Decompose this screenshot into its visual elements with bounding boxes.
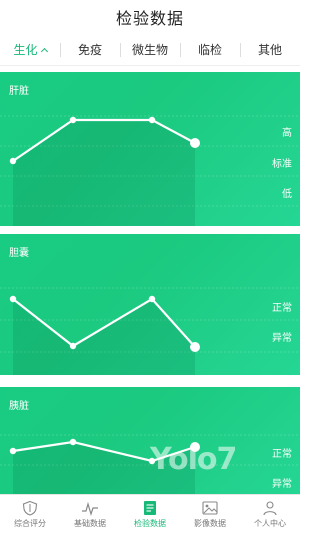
data-point-latest [190,138,200,148]
tab-clinical[interactable]: 临检 [180,34,240,65]
tab-microbiology[interactable]: 微生物 [120,34,180,65]
user-icon [263,500,277,515]
tabbar-label: 基础数据 [74,518,106,528]
liver-line-chart [0,115,300,226]
image-icon [202,500,218,515]
level-high: 高 [282,128,292,139]
pulse-icon [82,501,98,516]
card-title: 胆囊 [9,248,29,259]
tab-label: 免疫 [77,43,102,57]
category-tabs: 生化 免疫 微生物 临检 其他 [0,34,300,66]
gallbladder-line-chart [0,287,300,375]
card-title: 肝脏 [9,86,29,97]
data-point [69,116,77,124]
liver-chart-card[interactable]: 肝脏 高 标准 低 [0,72,300,226]
tabbar-label: 检验数据 [134,518,166,528]
pancreas-line-chart [0,434,300,494]
data-point [69,342,77,350]
document-icon [144,500,156,515]
data-point-latest [190,342,200,352]
area-fill [13,120,195,226]
tab-biochemistry[interactable]: 生化 [0,34,60,65]
pancreas-chart-card[interactable]: 胰脏 正常 异常 [0,387,300,494]
tabbar-item-overall-score[interactable]: 综合评分 [0,495,60,533]
level-normal: 正常 [272,449,292,460]
data-point-latest [190,442,200,452]
level-standard: 标准 [272,159,292,170]
tabbar-item-lab-data[interactable]: 检验数据 [120,495,180,533]
card-title: 胰脏 [9,401,29,412]
level-abnormal: 异常 [272,479,292,490]
gallbladder-chart-card[interactable]: 胆囊 正常 异常 [0,234,300,375]
data-point [9,295,17,303]
data-point [9,447,17,455]
data-point [69,438,77,446]
chevron-up-icon [40,47,48,55]
tabbar-label: 综合评分 [14,518,46,528]
tabbar-item-basic-data[interactable]: 基础数据 [60,495,120,533]
tabbar-item-imaging-data[interactable]: 影像数据 [180,495,240,533]
tab-immunity[interactable]: 免疫 [60,34,120,65]
tabbar-label: 影像数据 [194,518,226,528]
tab-other[interactable]: 其他 [240,34,300,65]
tab-label: 生化 [13,43,38,57]
level-low: 低 [282,189,292,200]
tab-label: 微生物 [131,43,168,57]
area-fill [13,299,195,375]
shield-icon [22,500,38,516]
data-point [148,116,156,124]
data-point [148,457,156,465]
tabbar-item-profile[interactable]: 个人中心 [240,495,300,533]
level-abnormal: 异常 [272,333,292,344]
app-header: 检验数据 [0,0,300,34]
data-point [9,157,17,165]
bottom-tab-bar: 综合评分 基础数据 检验数据 影像数据 个人中心 [0,494,300,533]
data-point [148,295,156,303]
page-title: 检验数据 [115,9,184,28]
tab-label: 其他 [257,43,282,57]
tab-label: 临检 [197,43,222,57]
tabbar-label: 个人中心 [254,518,286,528]
level-normal: 正常 [272,303,292,314]
